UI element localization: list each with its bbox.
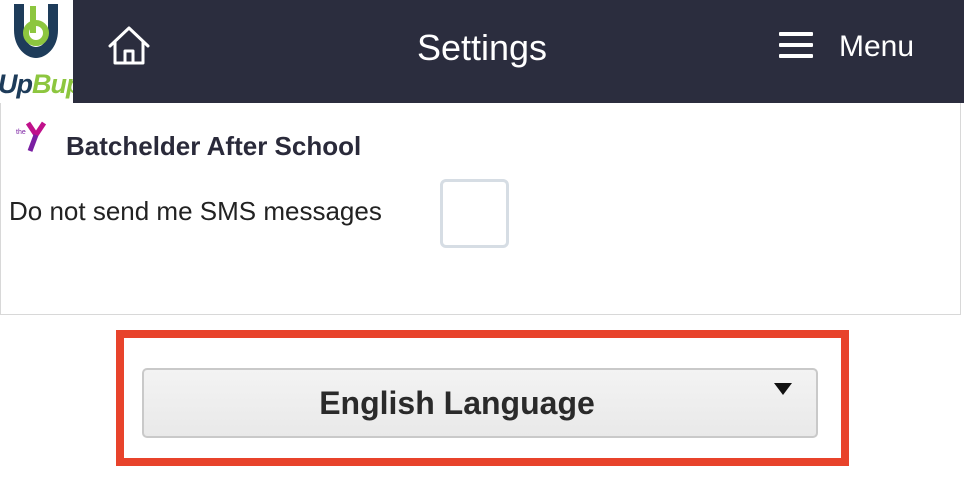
logo-wordmark: UpBup — [0, 67, 73, 101]
dropdown-arrow-icon — [774, 383, 792, 395]
ymca-logo-icon: the — [16, 121, 56, 153]
menu-button[interactable]: Menu — [776, 24, 936, 70]
settings-card: the Batchelder After School Do not send … — [0, 103, 961, 315]
home-icon — [108, 26, 150, 65]
logo-text-up: Up — [0, 69, 33, 99]
header-bar: UpBup Settings Menu — [0, 0, 964, 103]
home-button[interactable] — [106, 24, 152, 68]
menu-label: Menu — [839, 30, 915, 63]
sms-opt-out-label: Do not send me SMS messages — [9, 196, 382, 226]
organization-name: Batchelder After School — [66, 131, 362, 161]
svg-text:the: the — [16, 129, 26, 136]
language-select[interactable]: English Language — [142, 368, 818, 438]
hamburger-menu-icon — [779, 32, 813, 58]
logo-text-bup: Bup — [32, 69, 73, 99]
upbup-logo-icon — [14, 4, 58, 58]
language-select-value: English Language — [319, 385, 595, 421]
upbup-logo[interactable]: UpBup — [0, 0, 73, 103]
sms-opt-out-checkbox[interactable] — [440, 179, 509, 248]
